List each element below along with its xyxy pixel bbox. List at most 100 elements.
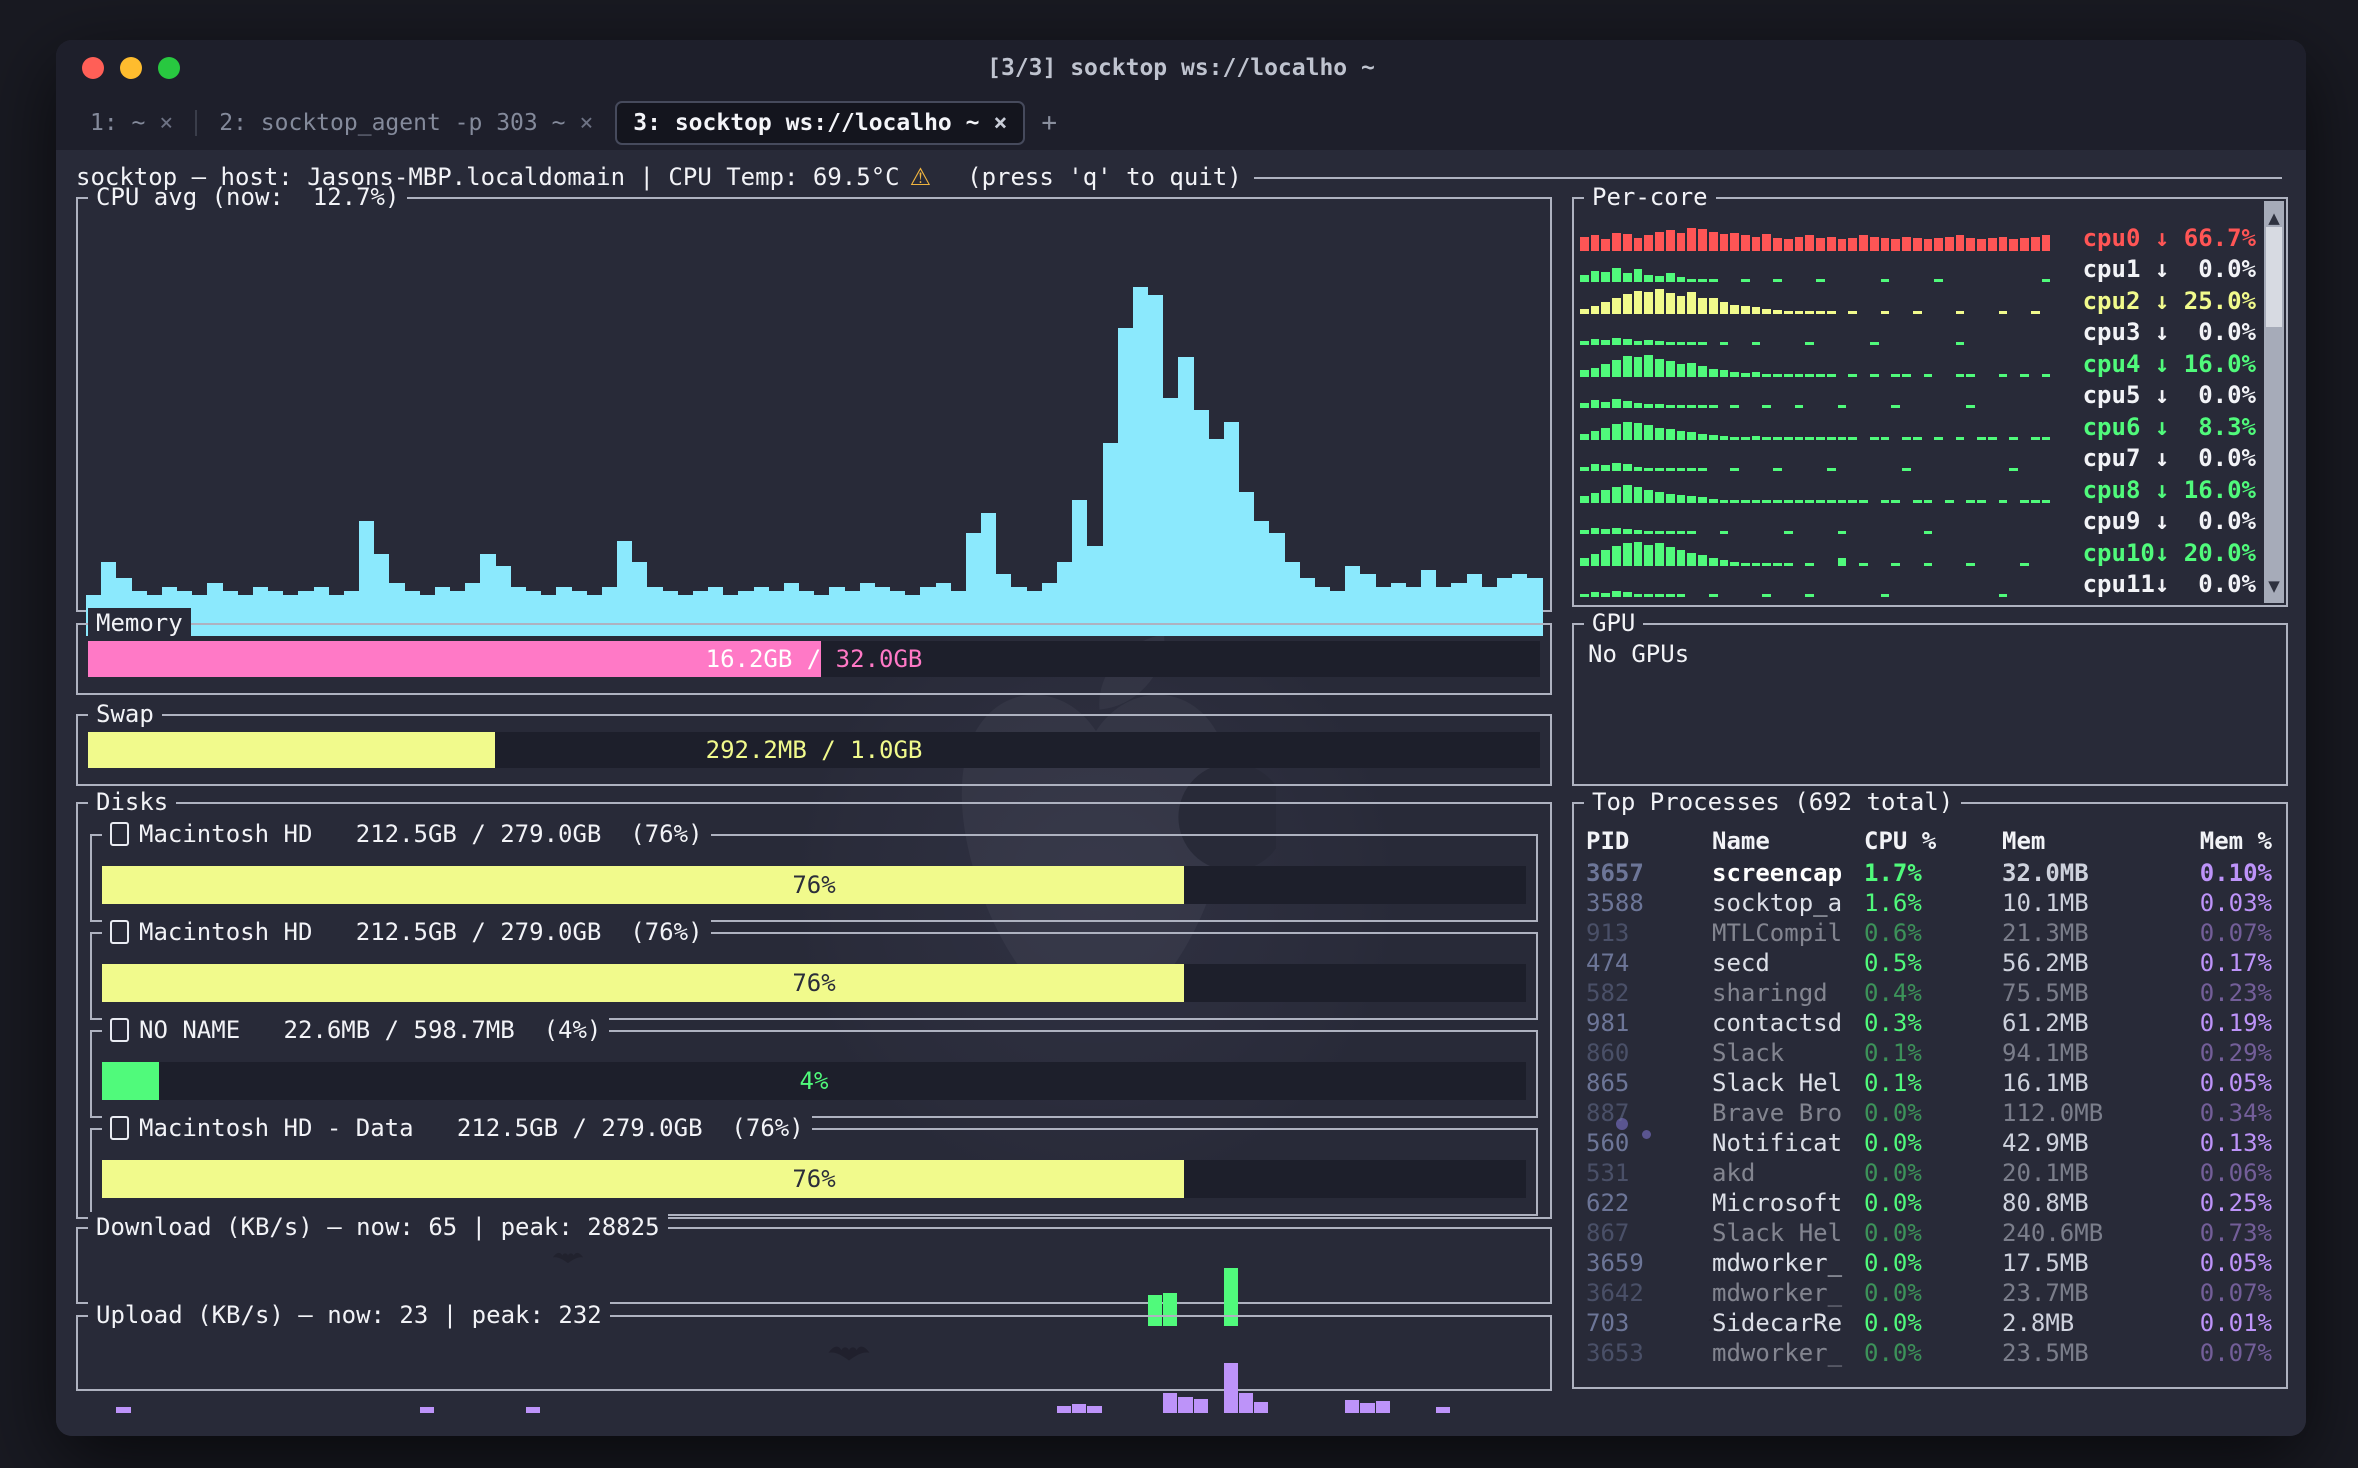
disks-panel: Disks Macintosh HD 212.5GB / 279.0GB (76… bbox=[76, 802, 1552, 1219]
core-row: cpu5 ↓ 0.0% bbox=[1580, 380, 2256, 410]
process-mempct: 0.34% bbox=[2160, 1098, 2272, 1128]
chart-bar bbox=[2009, 239, 2018, 251]
new-tab-button[interactable]: + bbox=[1041, 108, 1057, 138]
chart-bar bbox=[1698, 298, 1707, 314]
chart-bar bbox=[1634, 403, 1643, 408]
core-row: cpu6 ↓ 8.3% bbox=[1580, 412, 2256, 442]
gpu-panel: GPU No GPUs bbox=[1572, 623, 2288, 786]
tab-close-icon[interactable]: × bbox=[579, 110, 593, 136]
chart-bar bbox=[1698, 405, 1707, 408]
chart-bar bbox=[1655, 232, 1664, 252]
chart-bar bbox=[2031, 437, 2040, 440]
chart-bar bbox=[1623, 543, 1632, 565]
process-cpu: 0.0% bbox=[1864, 1098, 2002, 1128]
process-cpu: 0.0% bbox=[1864, 1128, 2002, 1158]
host-status: socktop — host: Jasons-MBP.localdomain |… bbox=[76, 162, 900, 192]
chart-bar bbox=[1666, 293, 1675, 314]
scroll-down-icon[interactable]: ▼ bbox=[2264, 571, 2284, 601]
column-header: Mem % bbox=[2160, 826, 2272, 856]
chart-bar bbox=[1773, 374, 1782, 377]
chart-bar bbox=[1239, 492, 1254, 636]
chart-bar bbox=[1612, 528, 1621, 535]
process-name: sharingd bbox=[1712, 978, 1864, 1008]
percore-scrollbar[interactable]: ▲ ▼ bbox=[2264, 201, 2284, 603]
process-cpu: 0.0% bbox=[1864, 1188, 2002, 1218]
chart-bar bbox=[1269, 533, 1284, 636]
process-mem: 75.5MB bbox=[2002, 978, 2160, 1008]
chart-bar bbox=[1612, 360, 1621, 377]
disk-icon bbox=[110, 822, 129, 846]
chart-bar bbox=[1634, 423, 1643, 440]
scrollbar-thumb[interactable] bbox=[2266, 227, 2282, 327]
chart-bar bbox=[359, 521, 374, 636]
window-titlebar[interactable]: [3/3] socktop ws://localho ~ bbox=[56, 40, 2306, 96]
chart-bar bbox=[1634, 467, 1643, 472]
terminal-content[interactable]: socktop — host: Jasons-MBP.localdomain |… bbox=[56, 150, 2306, 1436]
gpu-message: No GPUs bbox=[1588, 639, 1689, 669]
chart-bar bbox=[1254, 521, 1269, 636]
chart-bar bbox=[1687, 468, 1696, 471]
chart-bar bbox=[1677, 296, 1686, 314]
chart-bar bbox=[1838, 531, 1847, 534]
chart-bar bbox=[1752, 563, 1761, 566]
chart-bar bbox=[1848, 374, 1857, 377]
chart-bar bbox=[1720, 342, 1729, 345]
chart-bar bbox=[1741, 279, 1750, 282]
process-row: 867Slack Hel0.0%240.6MB0.73% bbox=[1586, 1218, 2272, 1248]
chart-bar bbox=[1687, 292, 1696, 314]
tab-close-icon[interactable]: × bbox=[993, 110, 1007, 136]
disks-list: Macintosh HD 212.5GB / 279.0GB (76%)76%M… bbox=[90, 834, 1538, 1216]
core-label: cpu7 ↓ 0.0% bbox=[2058, 443, 2256, 473]
chart-bar bbox=[1891, 239, 1900, 251]
process-mempct: 0.01% bbox=[2160, 1308, 2272, 1338]
chart-bar bbox=[1784, 500, 1793, 503]
chart-bar bbox=[1601, 529, 1610, 534]
chart-bar bbox=[1655, 543, 1664, 565]
tab-1[interactable]: 1: ~× bbox=[74, 103, 189, 143]
terminal-window: [3/3] socktop ws://localho ~ 1: ~× 2: soc… bbox=[56, 40, 2306, 1436]
tab-2[interactable]: 2: socktop_agent -p 303 ~× bbox=[203, 103, 609, 143]
chart-bar bbox=[1655, 468, 1664, 471]
chart-bar bbox=[1655, 492, 1664, 503]
chart-bar bbox=[1655, 276, 1664, 283]
process-name: mdworker_ bbox=[1712, 1278, 1864, 1308]
chart-bar bbox=[1698, 279, 1707, 282]
chart-bar bbox=[1924, 531, 1933, 534]
chart-bar bbox=[1805, 500, 1814, 503]
chart-bar bbox=[2020, 563, 2029, 566]
chart-bar bbox=[1709, 499, 1718, 503]
chart-bar bbox=[1224, 422, 1239, 636]
chart-bar bbox=[1762, 405, 1771, 408]
process-row: 582sharingd0.4%75.5MB0.23% bbox=[1586, 978, 2272, 1008]
chart-bar bbox=[1612, 298, 1621, 314]
process-cpu: 0.6% bbox=[1864, 918, 2002, 948]
core-label: cpu8 ↓ 16.0% bbox=[2058, 475, 2256, 505]
chart-bar bbox=[1655, 428, 1664, 440]
tab-3[interactable]: 3: socktop ws://localho ~× bbox=[615, 101, 1025, 145]
chart-bar bbox=[617, 541, 632, 636]
chart-bar bbox=[526, 1407, 540, 1413]
process-mem: 61.2MB bbox=[2002, 1008, 2160, 1038]
chart-bar bbox=[1677, 468, 1686, 471]
chart-bar bbox=[1956, 311, 1965, 314]
chart-bar bbox=[1224, 1363, 1238, 1413]
process-mempct: 0.23% bbox=[2160, 978, 2272, 1008]
chart-bar bbox=[1209, 439, 1224, 636]
swap-label: 292.2MB / 1.0GB bbox=[88, 732, 1540, 768]
chart-bar bbox=[1956, 437, 1965, 440]
chart-bar bbox=[1601, 272, 1610, 282]
process-row: 887Brave Bro0.0%112.0MB0.34% bbox=[1586, 1098, 2272, 1128]
core-histogram bbox=[1580, 445, 2050, 471]
chart-bar bbox=[1795, 237, 1804, 251]
chart-bar bbox=[1870, 374, 1879, 377]
process-row: 3657screencap1.7%32.0MB0.10% bbox=[1586, 858, 2272, 888]
process-table-header: PIDNameCPU %MemMem % bbox=[1586, 826, 2272, 856]
chart-bar bbox=[1816, 238, 1825, 251]
chart-bar bbox=[1741, 563, 1750, 566]
process-name: MTLCompil bbox=[1712, 918, 1864, 948]
process-mempct: 0.03% bbox=[2160, 888, 2272, 918]
tab-close-icon[interactable]: × bbox=[159, 110, 173, 136]
chart-bar bbox=[1580, 237, 1589, 251]
chart-bar bbox=[1720, 436, 1729, 440]
column-header: Mem bbox=[2002, 826, 2160, 856]
